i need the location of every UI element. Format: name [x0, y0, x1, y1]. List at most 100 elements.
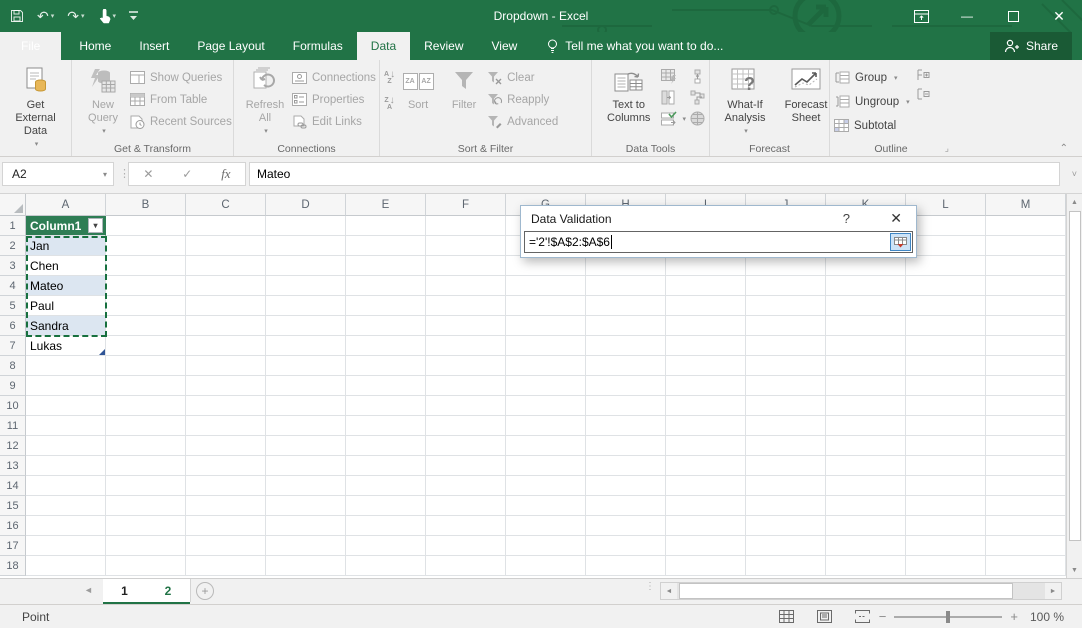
get-external-data-button[interactable]: Get External Data ▾	[4, 63, 67, 153]
cell-D13[interactable]	[266, 456, 346, 476]
cell-F14[interactable]	[426, 476, 506, 496]
cell-I9[interactable]	[666, 376, 746, 396]
vertical-scrollbar[interactable]: ▲ ▼	[1066, 194, 1082, 578]
cell-J12[interactable]	[746, 436, 826, 456]
cell-B12[interactable]	[106, 436, 186, 456]
cell-B13[interactable]	[106, 456, 186, 476]
column-header-E[interactable]: E	[346, 194, 426, 216]
tab-home[interactable]: Home	[65, 32, 125, 60]
cell-D2[interactable]	[266, 236, 346, 256]
cell-F3[interactable]	[426, 256, 506, 276]
cell-I18[interactable]	[666, 556, 746, 576]
column-header-A[interactable]: A	[26, 194, 106, 216]
column-header-L[interactable]: L	[906, 194, 986, 216]
cell-L14[interactable]	[906, 476, 986, 496]
cell-B11[interactable]	[106, 416, 186, 436]
remove-duplicates-icon[interactable]	[661, 90, 678, 105]
cell-D12[interactable]	[266, 436, 346, 456]
cell-H9[interactable]	[586, 376, 666, 396]
cell-C16[interactable]	[186, 516, 266, 536]
cell-A4[interactable]: Mateo	[26, 276, 106, 296]
cell-F15[interactable]	[426, 496, 506, 516]
cell-C12[interactable]	[186, 436, 266, 456]
cell-G17[interactable]	[506, 536, 586, 556]
forecast-sheet-button[interactable]: Forecast Sheet	[776, 63, 836, 127]
cell-G6[interactable]	[506, 316, 586, 336]
column-header-F[interactable]: F	[426, 194, 506, 216]
redo-dropdown-caret-icon[interactable]: ▾	[81, 13, 85, 20]
tab-insert[interactable]: Insert	[125, 32, 183, 60]
cell-M7[interactable]	[986, 336, 1066, 356]
share-button[interactable]: Share	[990, 32, 1072, 60]
cell-H14[interactable]	[586, 476, 666, 496]
cell-C14[interactable]	[186, 476, 266, 496]
ungroup-button[interactable]: Ungroup ▾	[834, 92, 910, 111]
cell-E3[interactable]	[346, 256, 426, 276]
cell-G16[interactable]	[506, 516, 586, 536]
cell-D3[interactable]	[266, 256, 346, 276]
cell-C10[interactable]	[186, 396, 266, 416]
cell-I5[interactable]	[666, 296, 746, 316]
cell-H15[interactable]	[586, 496, 666, 516]
cell-D6[interactable]	[266, 316, 346, 336]
cell-A2[interactable]: Jan	[26, 236, 106, 256]
row-header-5[interactable]: 5	[0, 296, 26, 316]
cell-H8[interactable]	[586, 356, 666, 376]
row-header-4[interactable]: 4	[0, 276, 26, 296]
cell-G13[interactable]	[506, 456, 586, 476]
cell-H16[interactable]	[586, 516, 666, 536]
cell-H5[interactable]	[586, 296, 666, 316]
row-header-16[interactable]: 16	[0, 516, 26, 536]
cell-J16[interactable]	[746, 516, 826, 536]
scroll-right-icon[interactable]: ►	[1045, 583, 1061, 599]
cell-H3[interactable]	[586, 256, 666, 276]
cell-C3[interactable]	[186, 256, 266, 276]
cell-C17[interactable]	[186, 536, 266, 556]
cell-G3[interactable]	[506, 256, 586, 276]
cell-D10[interactable]	[266, 396, 346, 416]
sheet-tab-1[interactable]: 1	[103, 579, 147, 602]
cell-J5[interactable]	[746, 296, 826, 316]
subtotal-button[interactable]: Subtotal	[834, 116, 910, 135]
sort-ascending-button[interactable]: A↓ Z	[384, 71, 395, 85]
tabbar-resize-handle[interactable]: ⋮	[645, 584, 653, 589]
cell-L10[interactable]	[906, 396, 986, 416]
group-button[interactable]: Group ▾	[834, 68, 910, 87]
cell-H6[interactable]	[586, 316, 666, 336]
cell-E4[interactable]	[346, 276, 426, 296]
group-caret-icon[interactable]: ▾	[894, 74, 898, 82]
cell-L18[interactable]	[906, 556, 986, 576]
cell-G4[interactable]	[506, 276, 586, 296]
cell-D9[interactable]	[266, 376, 346, 396]
cell-J10[interactable]	[746, 396, 826, 416]
cell-B4[interactable]	[106, 276, 186, 296]
cell-I16[interactable]	[666, 516, 746, 536]
cell-E9[interactable]	[346, 376, 426, 396]
cell-K11[interactable]	[826, 416, 906, 436]
cell-A18[interactable]	[26, 556, 106, 576]
advanced-filter-button[interactable]: Advanced	[487, 112, 558, 131]
cell-M14[interactable]	[986, 476, 1066, 496]
cell-L8[interactable]	[906, 356, 986, 376]
row-header-18[interactable]: 18	[0, 556, 26, 576]
cell-M11[interactable]	[986, 416, 1066, 436]
cell-J6[interactable]	[746, 316, 826, 336]
cell-A14[interactable]	[26, 476, 106, 496]
vertical-scrollbar-thumb[interactable]	[1069, 211, 1081, 541]
row-header-1[interactable]: 1	[0, 216, 26, 236]
cell-D7[interactable]	[266, 336, 346, 356]
cell-G12[interactable]	[506, 436, 586, 456]
row-header-15[interactable]: 15	[0, 496, 26, 516]
cell-F8[interactable]	[426, 356, 506, 376]
cell-A10[interactable]	[26, 396, 106, 416]
column-header-M[interactable]: M	[986, 194, 1066, 216]
refresh-all-button[interactable]: Refresh All ▾	[238, 63, 292, 140]
cell-E13[interactable]	[346, 456, 426, 476]
scroll-down-icon[interactable]: ▼	[1067, 562, 1082, 578]
cell-I12[interactable]	[666, 436, 746, 456]
sort-button[interactable]: ZA AZ Sort	[395, 63, 441, 114]
cell-F12[interactable]	[426, 436, 506, 456]
row-header-9[interactable]: 9	[0, 376, 26, 396]
cell-G9[interactable]	[506, 376, 586, 396]
cell-A15[interactable]	[26, 496, 106, 516]
